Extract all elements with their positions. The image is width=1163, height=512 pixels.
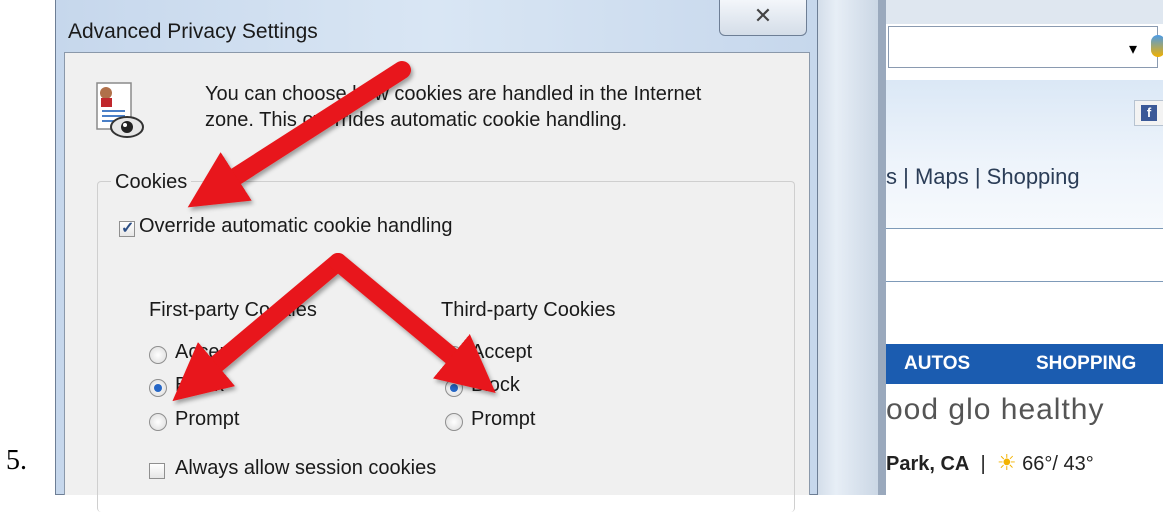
first-party-accept-label[interactable]: Accept bbox=[175, 341, 236, 364]
session-cookies-checkbox[interactable] bbox=[149, 463, 165, 479]
first-party-prompt-label[interactable]: Prompt bbox=[175, 408, 239, 431]
third-party-prompt-label[interactable]: Prompt bbox=[471, 408, 535, 431]
category-autos[interactable]: AUTOS bbox=[904, 353, 970, 375]
close-button[interactable]: ✕ bbox=[719, 0, 807, 36]
first-party-block-radio[interactable] bbox=[149, 379, 167, 397]
toolbar-strip bbox=[886, 0, 1163, 24]
window-frame bbox=[808, 0, 878, 495]
advanced-privacy-dialog: Advanced Privacy Settings ✕ You can choo… bbox=[55, 0, 818, 512]
first-party-accept-radio[interactable] bbox=[149, 346, 167, 364]
session-cookies-label[interactable]: Always allow session cookies bbox=[175, 457, 436, 480]
weather-widget[interactable]: Park, CA | ☀ 66°/ 43° bbox=[886, 450, 1094, 476]
headline-text[interactable]: ood glo healthy bbox=[886, 393, 1105, 427]
address-bar[interactable]: ▾ bbox=[888, 26, 1163, 68]
category-bar: AUTOS SHOPPING bbox=[886, 344, 1163, 384]
close-icon: ✕ bbox=[753, 3, 773, 28]
first-party-prompt-radio[interactable] bbox=[149, 413, 167, 431]
dialog-client-area: You can choose how cookies are handled i… bbox=[64, 52, 810, 512]
info-line-1: You can choose how cookies are handled i… bbox=[205, 83, 702, 105]
cookies-group-label: Cookies bbox=[111, 171, 192, 194]
weather-divider: | bbox=[974, 453, 992, 475]
category-shopping[interactable]: SHOPPING bbox=[1036, 353, 1136, 375]
third-party-heading: Third-party Cookies bbox=[441, 299, 616, 321]
privacy-document-eye-icon bbox=[96, 82, 144, 138]
third-party-prompt-radio[interactable] bbox=[445, 413, 463, 431]
first-party-block-label[interactable]: Block bbox=[175, 374, 224, 397]
address-dropdown-icon[interactable]: ▾ bbox=[1129, 39, 1137, 59]
override-checkbox[interactable] bbox=[119, 218, 135, 238]
info-line-2: zone. This overrides automatic cookie ha… bbox=[205, 109, 628, 131]
weather-temps: 66°/ 43° bbox=[1022, 453, 1094, 475]
sun-cloud-icon: ☀ bbox=[996, 450, 1017, 475]
third-party-block-radio[interactable] bbox=[445, 379, 463, 397]
third-party-accept-radio[interactable] bbox=[445, 346, 463, 364]
third-party-block-label[interactable]: Block bbox=[471, 374, 520, 397]
third-party-accept-label[interactable]: Accept bbox=[471, 341, 532, 364]
nav-links[interactable]: s | Maps | Shopping bbox=[886, 164, 1080, 190]
step-number: 5. bbox=[6, 445, 27, 476]
background-browser: ▾ f s | Maps | Shopping AUTOS SHOPPING o… bbox=[808, 0, 1163, 495]
info-text: You can choose how cookies are handled i… bbox=[205, 81, 765, 133]
browser-content: ▾ f s | Maps | Shopping AUTOS SHOPPING o… bbox=[886, 0, 1163, 495]
window-divider bbox=[878, 0, 886, 495]
override-label[interactable]: Override automatic cookie handling bbox=[139, 215, 453, 238]
facebook-button[interactable]: f bbox=[1134, 100, 1163, 126]
dialog-title: Advanced Privacy Settings bbox=[68, 20, 318, 43]
search-input[interactable] bbox=[886, 228, 1163, 282]
facebook-icon: f bbox=[1141, 105, 1157, 121]
search-provider-icon[interactable] bbox=[1151, 35, 1163, 57]
first-party-heading: First-party Cookies bbox=[149, 299, 317, 321]
weather-location: Park, CA bbox=[886, 453, 970, 475]
